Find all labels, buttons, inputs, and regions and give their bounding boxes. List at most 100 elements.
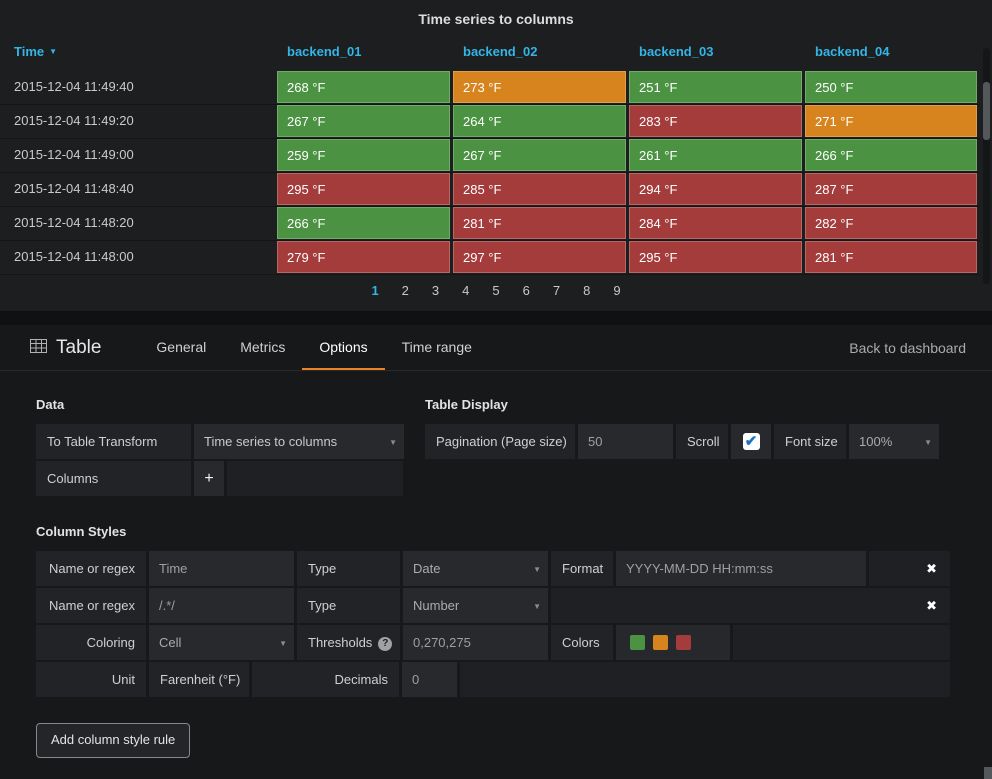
- value-cell: 283 °F: [629, 105, 802, 137]
- color-swatch-green[interactable]: [630, 635, 645, 650]
- value-cell: 267 °F: [453, 139, 626, 171]
- scrollbar-thumb[interactable]: [983, 82, 990, 140]
- thresholds-input[interactable]: 0,270,275: [403, 625, 548, 660]
- scroll-label: Scroll: [676, 424, 728, 459]
- table-row: 2015-12-04 11:48:00 279 °F 297 °F 295 °F…: [0, 240, 992, 275]
- page-number[interactable]: 4: [462, 283, 469, 298]
- column-style-rule-time: Name or regex Time Type Date ▼ Format YYY…: [36, 551, 950, 586]
- table-row: 2015-12-04 11:49:20 267 °F 264 °F 283 °F…: [0, 104, 992, 139]
- name-regex-input[interactable]: Time: [149, 551, 294, 586]
- panel-title: Time series to columns: [418, 11, 574, 27]
- column-style-rule-coloring: Coloring Cell ▼ Thresholds? 0,270,275 Col…: [36, 625, 950, 660]
- value-cell: 267 °F: [277, 105, 450, 137]
- table-panel: Time series to columns Time ▼ backend_01 …: [0, 0, 992, 311]
- color-swatch-red[interactable]: [676, 635, 691, 650]
- page-number[interactable]: 1: [371, 283, 378, 298]
- coloring-select[interactable]: Cell ▼: [149, 625, 294, 660]
- value-cell: 282 °F: [805, 207, 977, 239]
- column-styles-heading: Column Styles: [36, 524, 127, 539]
- value-cell: 268 °F: [277, 71, 450, 103]
- back-to-dashboard-link[interactable]: Back to dashboard: [849, 340, 966, 356]
- format-input[interactable]: YYYY-MM-DD HH:mm:ss: [616, 551, 866, 586]
- name-regex-label: Name or regex: [36, 588, 146, 623]
- page-number[interactable]: 7: [553, 283, 560, 298]
- unit-label: Unit: [36, 662, 146, 697]
- row-filler: [227, 461, 403, 496]
- column-header-backend-04[interactable]: backend_04: [805, 36, 980, 70]
- table-display-section: Table Display Pagination (Page size) 50 …: [425, 371, 950, 498]
- editor-tabbar: Table General Metrics Options Time range…: [0, 325, 992, 371]
- name-regex-input[interactable]: /.*/: [149, 588, 294, 623]
- value-cell: 294 °F: [629, 173, 802, 205]
- decimals-label: Decimals: [252, 662, 399, 697]
- value-cell: 295 °F: [629, 241, 802, 273]
- tab-general[interactable]: General: [139, 325, 223, 370]
- close-icon[interactable]: ✖: [926, 562, 937, 575]
- data-section: Data To Table Transform Time series to c…: [36, 371, 404, 498]
- value-cell: 251 °F: [629, 71, 802, 103]
- tab-metrics[interactable]: Metrics: [223, 325, 302, 370]
- page-number[interactable]: 2: [402, 283, 409, 298]
- type-select-value: Date: [413, 561, 441, 576]
- type-select[interactable]: Date ▼: [403, 551, 548, 586]
- chevron-down-icon: ▼: [924, 438, 932, 447]
- value-cell: 271 °F: [805, 105, 977, 137]
- pagination-size-input[interactable]: 50: [578, 424, 673, 459]
- threshold-color-swatches: [616, 625, 730, 660]
- table-scrollbar[interactable]: [983, 48, 990, 284]
- column-header-backend-01[interactable]: backend_01: [277, 36, 453, 70]
- scroll-checkbox[interactable]: ✔: [731, 424, 771, 459]
- time-cell: 2015-12-04 11:48:20: [0, 206, 277, 241]
- column-header-backend-02[interactable]: backend_02: [453, 36, 629, 70]
- value-cell: 297 °F: [453, 241, 626, 273]
- value-cell: 281 °F: [453, 207, 626, 239]
- value-cell: 264 °F: [453, 105, 626, 137]
- value-cell: 285 °F: [453, 173, 626, 205]
- panel-editor: Table General Metrics Options Time range…: [0, 325, 992, 779]
- unit-select[interactable]: Farenheit (°F): [149, 662, 249, 697]
- grafana-page: Time series to columns Time ▼ backend_01 …: [0, 0, 992, 779]
- transform-select[interactable]: Time series to columns ▼: [194, 424, 404, 459]
- page-number[interactable]: 6: [523, 283, 530, 298]
- column-header-backend-03[interactable]: backend_03: [629, 36, 805, 70]
- font-size-select[interactable]: 100% ▼: [849, 424, 939, 459]
- panel-type-title: Table: [30, 325, 101, 370]
- chevron-down-icon: ▼: [533, 565, 541, 574]
- tab-time-range[interactable]: Time range: [385, 325, 489, 370]
- color-swatch-orange[interactable]: [653, 635, 668, 650]
- chevron-down-icon: ▼: [389, 438, 397, 447]
- decimals-input[interactable]: 0: [402, 662, 457, 697]
- tab-options[interactable]: Options: [302, 325, 385, 370]
- check-icon: ✔: [744, 433, 758, 450]
- value-cell: 279 °F: [277, 241, 450, 273]
- thresholds-label: Thresholds?: [297, 625, 400, 660]
- value-cell: 250 °F: [805, 71, 977, 103]
- coloring-select-value: Cell: [159, 635, 182, 650]
- value-cell: 266 °F: [277, 207, 450, 239]
- add-column-button[interactable]: +: [194, 461, 224, 496]
- help-icon[interactable]: ?: [378, 637, 393, 651]
- column-header-time[interactable]: Time ▼: [0, 36, 277, 70]
- row-filler: ✖: [551, 588, 950, 623]
- page-number[interactable]: 8: [583, 283, 590, 298]
- font-size-select-value: 100%: [859, 434, 893, 449]
- font-size-label: Font size: [774, 424, 846, 459]
- colors-label: Colors: [551, 625, 613, 660]
- type-select[interactable]: Number ▼: [403, 588, 548, 623]
- column-style-rule-unit: Unit Farenheit (°F) Decimals 0: [36, 662, 950, 697]
- transform-label: To Table Transform: [36, 424, 191, 459]
- page-scrollbar-thumb[interactable]: [984, 767, 992, 779]
- add-column-style-rule-button[interactable]: Add column style rule: [36, 723, 191, 758]
- page-number[interactable]: 5: [492, 283, 499, 298]
- coloring-label: Coloring: [36, 625, 146, 660]
- columns-label: Columns: [36, 461, 191, 496]
- close-icon[interactable]: ✖: [926, 599, 937, 612]
- chevron-down-icon: ▼: [533, 602, 541, 611]
- time-cell: 2015-12-04 11:49:20: [0, 104, 277, 139]
- row-filler: [460, 662, 950, 697]
- page-number[interactable]: 3: [432, 283, 439, 298]
- page-number[interactable]: 9: [613, 283, 620, 298]
- value-cell: 281 °F: [805, 241, 977, 273]
- checkbox-box[interactable]: ✔: [742, 433, 760, 450]
- table-display-heading: Table Display: [425, 397, 508, 412]
